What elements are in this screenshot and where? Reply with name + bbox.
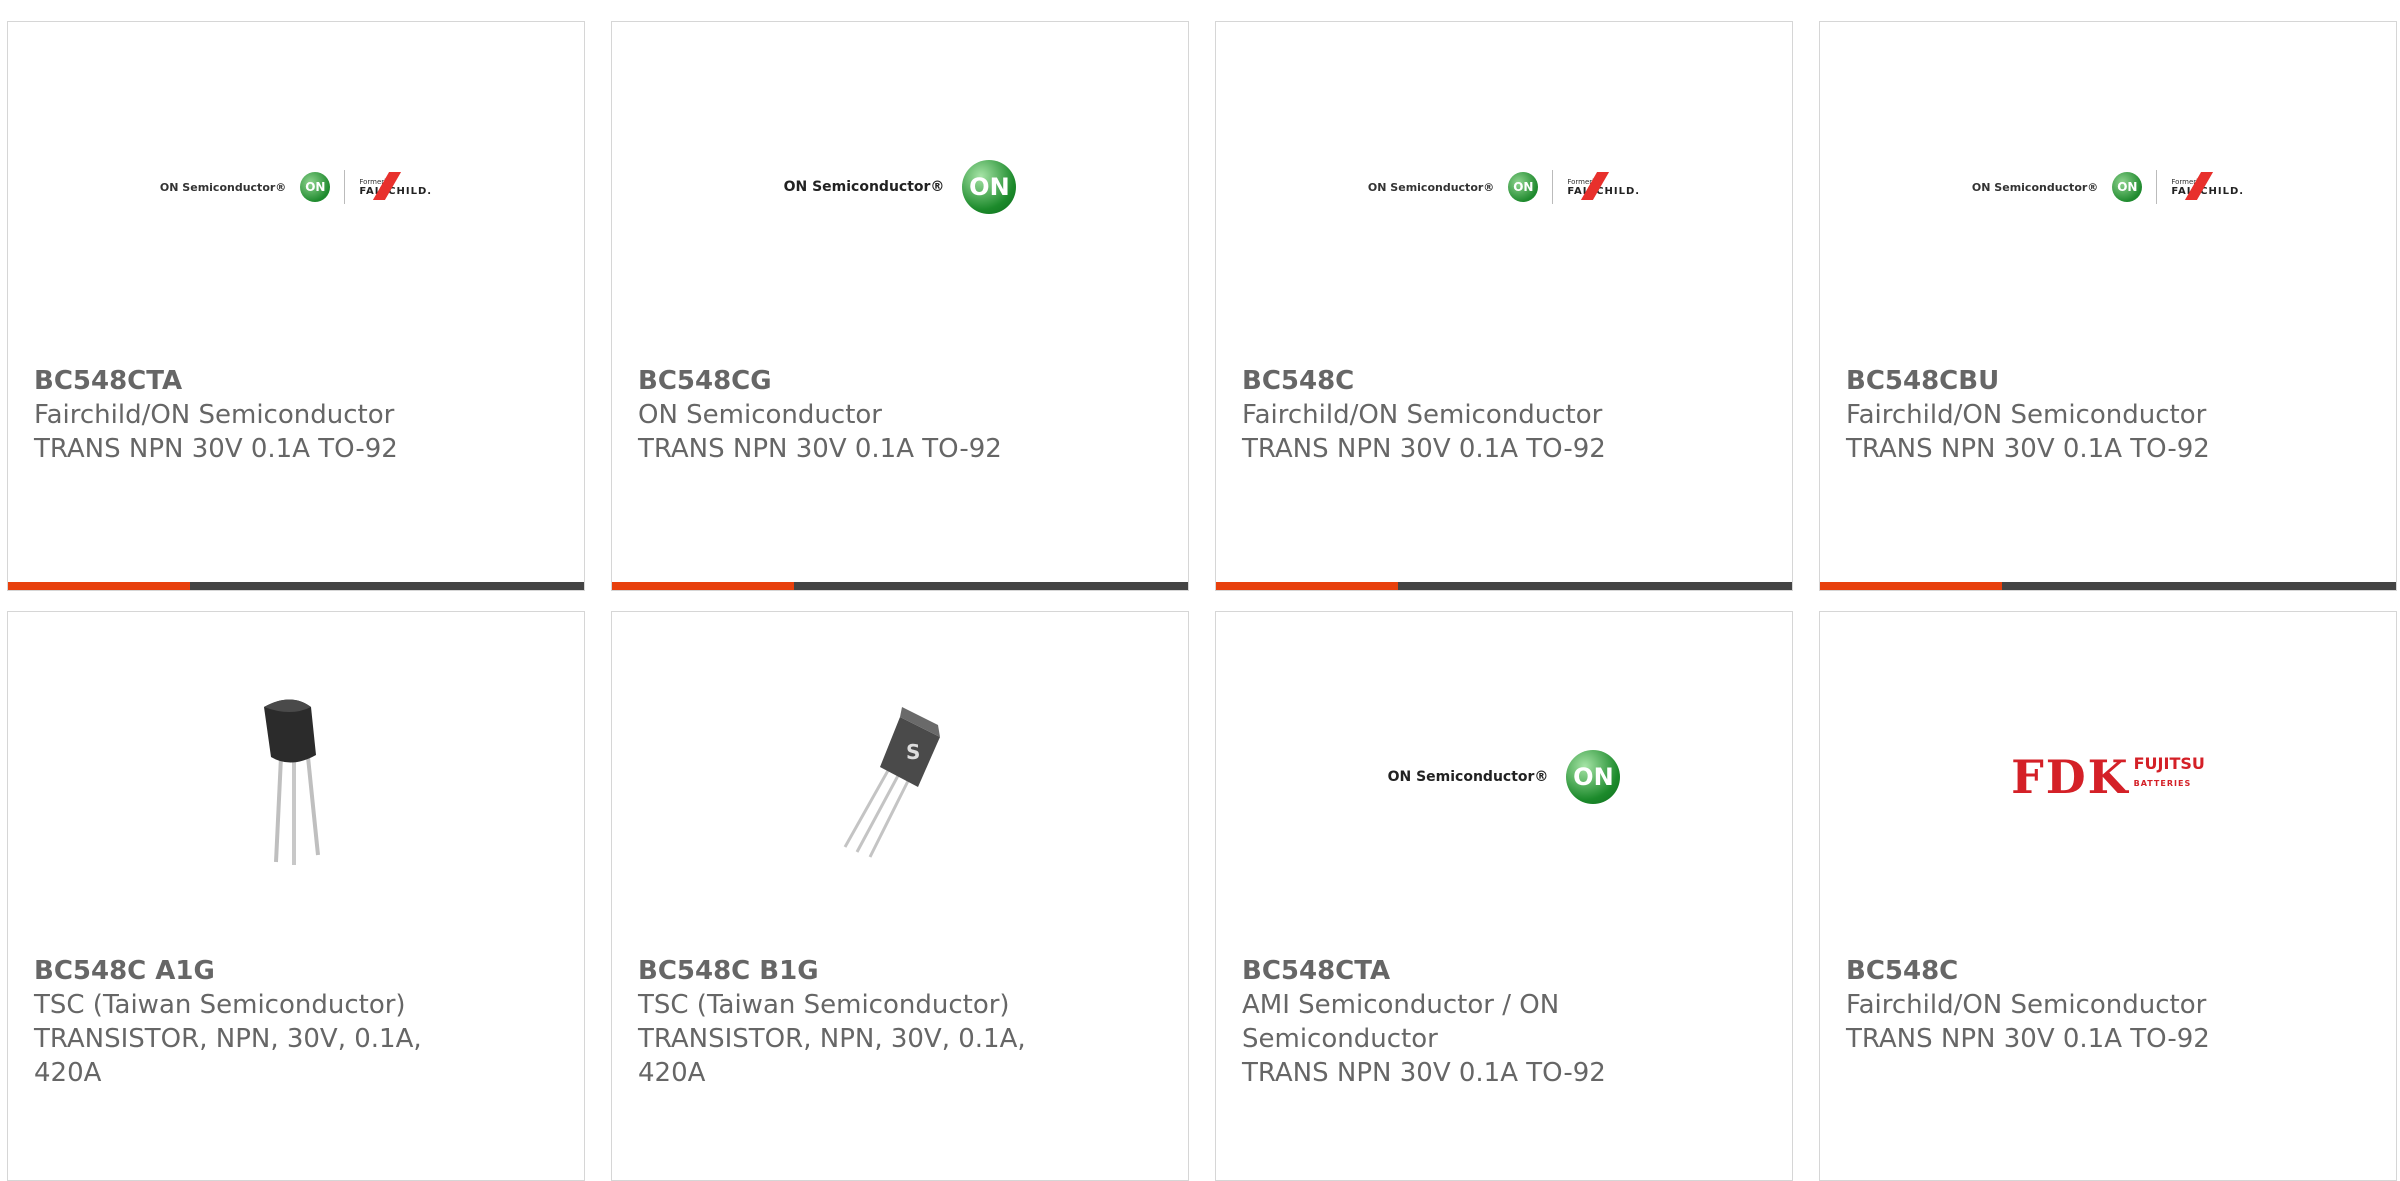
product-card[interactable]: FDK FUJITSU BATTERIES BC548C Fairchild/O… (1819, 611, 2397, 1181)
product-card[interactable]: ON Semiconductor® ON Formerly FAIRCHILD. … (1819, 21, 2397, 591)
manufacturer-logo: ON Semiconductor® ON (1216, 612, 1792, 942)
manufacturer-logo: ON Semiconductor® ON Formerly FAIRCHILD. (8, 22, 584, 352)
fdk-logo-icon: FDK FUJITSU BATTERIES (2011, 750, 2205, 804)
card-bar (612, 582, 1188, 590)
svg-text:S: S (906, 740, 920, 764)
product-card[interactable]: ON Semiconductor® ON Formerly FAIRCHILD. … (7, 21, 585, 591)
card-bar (1820, 582, 2396, 590)
description: TRANS NPN 30V 0.1A TO-92 (1242, 1058, 1606, 1088)
product-card[interactable]: BC548C A1G TSC (Taiwan Semiconductor) TR… (7, 611, 585, 1181)
product-card[interactable]: S BC548C B1G TSC (Taiwan Semiconductor) … (611, 611, 1189, 1181)
product-card[interactable]: ON Semiconductor® ON BC548CG ON Semicond… (611, 21, 1189, 591)
part-number[interactable]: BC548CTA (34, 364, 474, 398)
manufacturer: Fairchild/ON Semiconductor (1242, 400, 1603, 430)
manufacturer-logo: ON Semiconductor® ON (612, 22, 1188, 352)
manufacturer-logo: FDK FUJITSU BATTERIES (1820, 612, 2396, 942)
part-number[interactable]: BC548C B1G (638, 954, 1078, 988)
part-number[interactable]: BC548CTA (1242, 954, 1682, 988)
manufacturer-logo: ON Semiconductor® ON Formerly FAIRCHILD. (1820, 22, 2396, 352)
manufacturer: Fairchild/ON Semiconductor (34, 400, 395, 430)
transistor-image: S (612, 612, 1188, 942)
part-number[interactable]: BC548CG (638, 364, 1078, 398)
description: TRANS NPN 30V 0.1A TO-92 (1242, 434, 1606, 464)
transistor-icon (264, 699, 320, 865)
description: TRANS NPN 30V 0.1A TO-92 (1846, 1024, 2210, 1054)
manufacturer: ON Semiconductor (638, 400, 882, 430)
description: TRANS NPN 30V 0.1A TO-92 (1846, 434, 2210, 464)
on-logo-icon: ON (1566, 750, 1621, 804)
fairchild-logo-icon: FAIRCHILD. (2171, 171, 2244, 200)
on-logo-icon: ON (2112, 172, 2143, 202)
manufacturer: AMI Semiconductor / ON Semiconductor (1242, 990, 1560, 1054)
manufacturer-logo: ON Semiconductor® ON Formerly FAIRCHILD. (1216, 22, 1792, 352)
on-logo-icon: ON (962, 160, 1017, 214)
description: TRANS NPN 30V 0.1A TO-92 (638, 434, 1002, 464)
manufacturer: TSC (Taiwan Semiconductor) (638, 990, 1010, 1020)
product-card[interactable]: ON Semiconductor® ON BC548CTA AMI Semico… (1215, 611, 1793, 1181)
manufacturer: Fairchild/ON Semiconductor (1846, 990, 2207, 1020)
product-card[interactable]: ON Semiconductor® ON Formerly FAIRCHILD. … (1215, 21, 1793, 591)
part-number[interactable]: BC548C (1846, 954, 2286, 988)
part-number[interactable]: BC548CBU (1846, 364, 2286, 398)
card-bar (8, 582, 584, 590)
manufacturer: TSC (Taiwan Semiconductor) (34, 990, 406, 1020)
card-bar (1216, 582, 1792, 590)
product-grid: ON Semiconductor® ON Formerly FAIRCHILD. … (0, 0, 2400, 1181)
description: TRANSISTOR, NPN, 30V, 0.1A, 420A (34, 1024, 422, 1088)
transistor-image (8, 612, 584, 942)
fairchild-logo-icon: FAIRCHILD. (1567, 171, 1640, 200)
fairchild-logo-icon: FAIRCHILD. (359, 171, 432, 200)
manufacturer: Fairchild/ON Semiconductor (1846, 400, 2207, 430)
transistor-icon: S (843, 707, 940, 858)
description: TRANSISTOR, NPN, 30V, 0.1A, 420A (638, 1024, 1026, 1088)
on-logo-icon: ON (1508, 172, 1539, 202)
description: TRANS NPN 30V 0.1A TO-92 (34, 434, 398, 464)
on-logo-icon: ON (300, 172, 331, 202)
part-number[interactable]: BC548C (1242, 364, 1682, 398)
part-number[interactable]: BC548C A1G (34, 954, 474, 988)
